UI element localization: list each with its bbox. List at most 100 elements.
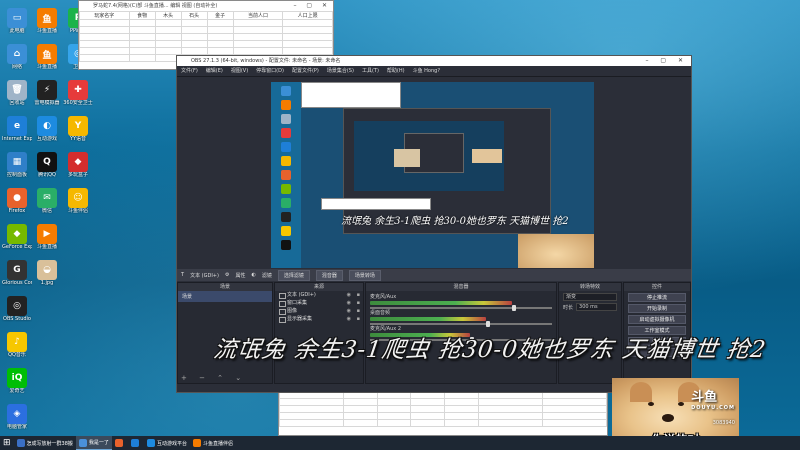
menu-item[interactable]: 工具(T) — [362, 66, 379, 76]
top-spreadsheet-titlebar[interactable]: 罗马蛇7.4(网格)(C)部 斗鱼直播... 编辑 视图 (自动补全) – ▢ … — [79, 1, 333, 11]
table-cell[interactable] — [232, 40, 284, 48]
desktop-icon[interactable]: ◒ 1.jpg — [32, 260, 62, 286]
table-row[interactable] — [79, 26, 333, 34]
table-cell[interactable] — [444, 398, 479, 406]
visibility-eye-icon[interactable]: ◉ — [347, 315, 351, 323]
table-cell[interactable] — [282, 47, 333, 55]
column-header[interactable]: 金子 — [206, 11, 234, 20]
column-header[interactable]: 木头 — [154, 11, 182, 20]
table-cell[interactable] — [206, 47, 234, 55]
obs-preview-canvas[interactable]: 流氓兔 余生3-1爬虫 抢30-0她也罗东 天猫博世 抢2 — [271, 82, 594, 268]
table-cell[interactable] — [232, 47, 284, 55]
table-cell[interactable] — [206, 33, 234, 41]
table-cell[interactable] — [343, 412, 378, 420]
table-cell[interactable] — [444, 412, 479, 420]
desktop-icon[interactable]: ♪ QQ音乐 — [2, 332, 32, 358]
table-cell[interactable] — [343, 405, 378, 413]
desktop-icon[interactable]: ◐ 互动游戏 — [32, 116, 62, 142]
tab-mixer[interactable]: 混音器 — [315, 269, 343, 281]
table-cell[interactable] — [343, 398, 378, 406]
desktop-icon[interactable]: 鱼斗鱼直播 — [32, 8, 62, 34]
menu-item[interactable]: 停靠窗口(D) — [256, 66, 284, 76]
taskbar-item[interactable]: 我是一了 — [75, 436, 112, 450]
control-button[interactable]: 启动虚拟摄像机 — [628, 315, 686, 324]
desktop-icon[interactable]: ☺ 斗鱼伴侣 — [63, 188, 93, 214]
desktop-icon[interactable]: ◆GeForce Experience — [2, 224, 32, 250]
desktop-icon[interactable]: GGlorious Core — [2, 260, 32, 286]
table-row[interactable] — [79, 40, 333, 48]
table-cell[interactable] — [410, 405, 446, 413]
desktop-icon[interactable]: 🗑 回收站 — [2, 80, 32, 106]
table-cell[interactable] — [154, 47, 182, 55]
table-cell[interactable] — [541, 398, 608, 406]
obs-source-toolbar[interactable]: T 文本 (GDI+) ⚙ 属性 ◐ 滤镜 选择滤镜 混音器 场景转场 — [177, 269, 691, 281]
menu-item[interactable]: 斗鱼 Hong? — [413, 66, 440, 76]
table-row[interactable] — [79, 47, 333, 55]
desktop-icon[interactable]: ✚ 360安全卫士 — [63, 80, 93, 106]
table-cell[interactable] — [180, 33, 208, 41]
table-cell[interactable] — [232, 19, 284, 27]
table-cell[interactable] — [477, 398, 543, 406]
filters-button[interactable]: 滤镜 — [262, 272, 272, 279]
table-cell[interactable] — [128, 19, 156, 27]
properties-button[interactable]: 属性 — [235, 272, 245, 279]
table-cell[interactable] — [128, 47, 156, 55]
obs-titlebar[interactable]: OBS 27.1.3 (64-bit, windows) - 配置文件: 未命名… — [177, 56, 691, 66]
table-cell[interactable] — [410, 419, 446, 427]
menu-item[interactable]: 视图(V) — [231, 66, 248, 76]
table-cell[interactable] — [343, 419, 378, 427]
visibility-eye-icon[interactable]: ◉ — [347, 307, 351, 315]
table-cell[interactable] — [128, 33, 156, 41]
desktop-icon[interactable]: Q 腾讯QQ — [32, 152, 62, 178]
table-cell[interactable] — [410, 412, 446, 420]
table-cell[interactable] — [79, 19, 130, 27]
desktop-icon[interactable]: ◈ 电脑管家 — [2, 404, 32, 430]
lock-icon[interactable]: ▪ — [357, 307, 360, 315]
desktop-icon[interactable]: 鱼斗鱼直播 — [32, 44, 62, 70]
mixer-channel[interactable]: 桌面音频 — [370, 309, 552, 327]
table-row[interactable] — [79, 19, 333, 27]
table-cell[interactable] — [154, 26, 182, 34]
table-cell[interactable] — [232, 26, 284, 34]
table-cell[interactable] — [477, 419, 543, 427]
start-button[interactable]: ⊞ — [0, 436, 14, 450]
table-cell[interactable] — [180, 47, 208, 55]
table-cell[interactable] — [180, 26, 208, 34]
transition-type-select[interactable]: 渐变 — [563, 293, 617, 301]
table-cell[interactable] — [541, 405, 608, 413]
table-cell[interactable] — [444, 405, 479, 413]
menu-item[interactable]: 场景集合(S) — [327, 66, 354, 76]
column-header[interactable]: 食物 — [128, 11, 156, 20]
gear-icon[interactable]: ⚙ — [225, 272, 229, 278]
table-cell[interactable] — [477, 412, 543, 420]
table-cell[interactable] — [206, 19, 234, 27]
table-row[interactable] — [278, 405, 608, 413]
table-cell[interactable] — [444, 419, 479, 427]
window-controls-icon[interactable]: – ▢ ✕ — [645, 56, 688, 66]
lock-icon[interactable]: ▪ — [357, 299, 360, 307]
taskbar-item[interactable]: 斗鱼直播伴侣 — [190, 436, 236, 450]
desktop-icon[interactable]: ● Firefox — [2, 188, 32, 214]
table-cell[interactable] — [410, 398, 446, 406]
desktop-icon[interactable]: ⚡ 雷电模拟器 — [32, 80, 62, 106]
source-item[interactable]: 图像 ◉ ▪ — [275, 307, 363, 315]
taskbar-item[interactable] — [128, 436, 144, 450]
table-cell[interactable] — [376, 405, 412, 413]
desktop-icon[interactable]: eInternet Explorer — [2, 116, 32, 142]
desktop-icon[interactable]: ▶ 斗鱼直播 — [32, 224, 62, 250]
tab-filters[interactable]: 选择滤镜 — [277, 269, 310, 281]
table-cell[interactable] — [541, 412, 608, 420]
table-cell[interactable] — [79, 33, 130, 41]
table-cell[interactable] — [180, 40, 208, 48]
lock-icon[interactable]: ▪ — [357, 315, 360, 323]
table-cell[interactable] — [154, 40, 182, 48]
menu-item[interactable]: 编辑(E) — [206, 66, 223, 76]
source-item[interactable]: 显示器采集 ◉ ▪ — [275, 315, 363, 323]
lock-icon[interactable]: ▪ — [357, 291, 360, 299]
table-cell[interactable] — [154, 33, 182, 41]
table-cell[interactable] — [282, 33, 333, 41]
column-header[interactable]: 人口上限 — [282, 11, 333, 20]
column-header[interactable]: 石头 — [180, 11, 208, 20]
table-cell[interactable] — [154, 19, 182, 27]
scene-item[interactable]: 场景 — [178, 291, 272, 302]
